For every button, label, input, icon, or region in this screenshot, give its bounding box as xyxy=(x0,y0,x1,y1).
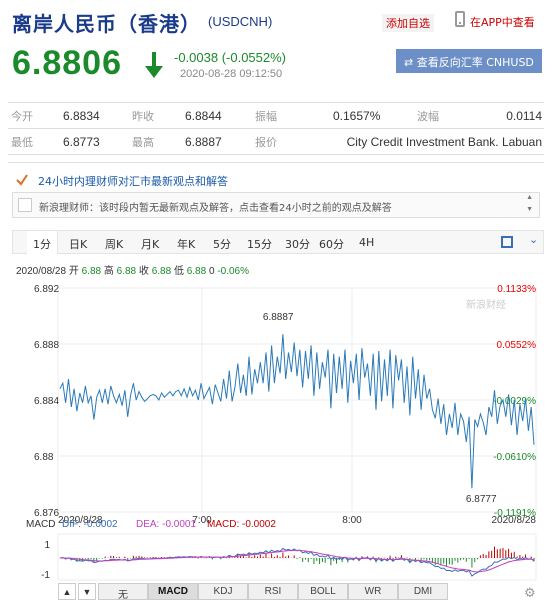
indicator-rsi[interactable]: RSI xyxy=(248,583,298,600)
reverse-rate-button[interactable]: ⇄ 查看反向汇率 CNHUSD xyxy=(396,49,542,73)
tab-60min[interactable]: 60分 xyxy=(319,236,344,252)
macd-dea-line xyxy=(59,549,535,573)
stat-value: 6.8887 xyxy=(185,128,252,155)
tab-year[interactable]: 年K xyxy=(177,236,195,252)
indicator-wr[interactable]: WR xyxy=(348,583,398,600)
tab-30min[interactable]: 30分 xyxy=(285,236,310,252)
stat-label: 报价 xyxy=(252,128,333,155)
x-tick-label: 2020/8/28 xyxy=(492,515,537,526)
reverse-rate-label: 查看反向汇率 CNHUSD xyxy=(416,56,534,69)
down-arrow-icon xyxy=(145,52,163,78)
add-favorite-button[interactable]: 添加自选 xyxy=(382,14,434,32)
phone-icon xyxy=(455,11,465,27)
tab-month[interactable]: 月K xyxy=(141,236,159,252)
stats-table: 今开 6.8834 昨收 6.8844 振幅 0.1657% 波幅 0.0114… xyxy=(8,102,544,155)
x-tick-label: 8:00 xyxy=(342,515,362,526)
pct-tick-label: 0.1133% xyxy=(497,284,536,295)
macd-frame xyxy=(57,533,537,581)
stat-label: 波幅 xyxy=(414,102,494,129)
y-tick-label: 6.888 xyxy=(34,340,59,351)
fullscreen-icon[interactable] xyxy=(501,236,513,248)
view-in-app-link[interactable]: 在APP中查看 xyxy=(470,14,535,30)
price-chart[interactable]: 6.892 6.888 6.884 6.88 6.876 0.1133% 0.0552% -0… xyxy=(0,276,550,582)
stats-row: 最低 6.8773 最高 6.8887 报价 City Credit Inves… xyxy=(8,128,544,155)
stat-value: 6.8834 xyxy=(63,102,129,129)
stat-value: City Credit Investment Bank. Labuan xyxy=(333,128,544,155)
stats-row: 今开 6.8834 昨收 6.8844 振幅 0.1657% 波幅 0.0114 xyxy=(8,102,544,129)
ohlc-info: 2020/08/28 开 6.88 高 6.88 收 6.88 低 6.88 0… xyxy=(16,262,249,277)
tab-day[interactable]: 日K xyxy=(69,236,87,252)
current-price: 6.8806 xyxy=(12,44,122,82)
page-title: 离岸人民币（香港） xyxy=(12,12,201,36)
news-box: 新浪理财师：该时段内暂无最新观点及解答，点击查看24小时之前的观点及解答 ▲ ▼ xyxy=(12,192,540,218)
low-annotation: 6.8777 xyxy=(466,494,497,505)
chevron-down-icon[interactable]: ⌄ xyxy=(529,233,538,246)
macd-y-tick: -1 xyxy=(41,570,50,581)
stat-value: 6.8844 xyxy=(185,102,252,129)
tab-4h[interactable]: 4H xyxy=(359,236,374,249)
news-title-link[interactable]: 24小时内理财师对汇市最新观点和解答 xyxy=(38,173,228,189)
indicator-dmi[interactable]: DMI xyxy=(398,583,448,600)
stat-label: 今开 xyxy=(8,102,63,129)
macd-dea-label: DEA: -0.0001 xyxy=(136,519,196,530)
tab-15min[interactable]: 15分 xyxy=(247,236,272,252)
check-icon xyxy=(16,174,28,186)
page-header: 离岸人民币（香港） (USDCNH) 添加自选 在APP中查看 xyxy=(12,8,544,36)
scroll-up-icon[interactable]: ▲ xyxy=(526,194,533,201)
period-tabs: 1分 日K 周K 月K 年K 5分 15分 30分 60分 4H ⌄ xyxy=(12,230,544,254)
indicator-macd[interactable]: MACD xyxy=(148,583,198,600)
stat-label: 振幅 xyxy=(252,102,333,129)
divider xyxy=(8,162,544,163)
high-annotation: 6.8887 xyxy=(263,312,294,323)
indicator-boll[interactable]: BOLL xyxy=(298,583,348,600)
macd-y-tick: 1 xyxy=(44,540,50,551)
quote-timestamp: 2020-08-28 09:12:50 xyxy=(180,68,283,80)
stat-label: 昨收 xyxy=(129,102,185,129)
price-change: -0.0038 (-0.0552%) xyxy=(174,50,287,65)
y-tick-label: 6.88 xyxy=(34,452,54,463)
price-line xyxy=(59,334,535,489)
tab-5min[interactable]: 5分 xyxy=(213,236,231,252)
y-tick-label: 6.892 xyxy=(34,284,59,295)
macd-dif-line xyxy=(59,547,535,577)
stat-label: 最低 xyxy=(8,128,63,155)
stat-value: 0.1657% xyxy=(333,102,414,129)
avatar xyxy=(18,198,32,212)
indicator-kdj[interactable]: KDJ xyxy=(198,583,248,600)
macd-value-label: MACD: -0.0002 xyxy=(207,519,276,530)
y-tick-label: 6.876 xyxy=(34,508,59,519)
gear-icon[interactable]: ⚙ xyxy=(524,585,536,601)
macd-dif-label: DIF: -0.0002 xyxy=(62,519,118,530)
symbol-code: (USDCNH) xyxy=(208,14,273,29)
scroll-down-icon[interactable]: ▼ xyxy=(526,206,533,213)
scroll-left-button[interactable]: ▲ xyxy=(58,583,76,600)
tab-week[interactable]: 周K xyxy=(105,236,123,252)
pct-tick-label: 0.0552% xyxy=(497,340,537,351)
swap-arrows-icon: ⇄ xyxy=(404,56,414,69)
pct-tick-label: -0.0610% xyxy=(493,452,536,463)
scroll-right-button[interactable]: ▼ xyxy=(78,583,96,600)
stat-label: 最高 xyxy=(129,128,185,155)
tab-1min[interactable]: 1分 xyxy=(27,231,58,254)
news-message[interactable]: 新浪理财师：该时段内暂无最新观点及解答，点击查看24小时之前的观点及解答 xyxy=(39,199,392,214)
y-tick-label: 6.884 xyxy=(34,396,59,407)
macd-label: MACD xyxy=(26,519,55,530)
stat-value: 0.0114 xyxy=(494,102,544,129)
stat-value: 6.8773 xyxy=(63,128,129,155)
watermark: 新浪财经 xyxy=(466,298,506,311)
indicator-none[interactable]: 无 xyxy=(98,583,148,601)
